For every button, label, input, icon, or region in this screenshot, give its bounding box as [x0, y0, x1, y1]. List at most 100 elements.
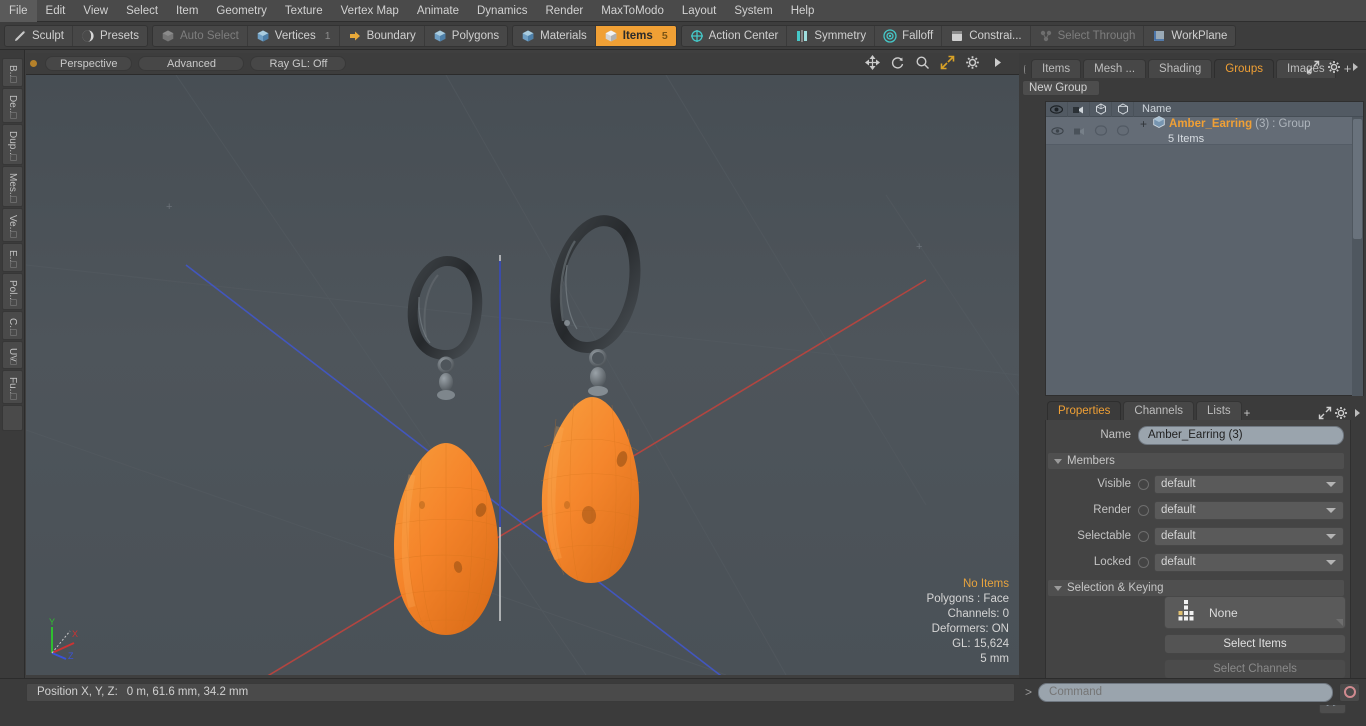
menu-item-select[interactable]: Select	[117, 0, 167, 22]
selection-set-button[interactable]: None	[1164, 596, 1346, 629]
symmetry-button[interactable]: Symmetry	[787, 25, 876, 46]
record-circle-icon	[1343, 686, 1356, 698]
item-list-scrollbar[interactable]	[1352, 117, 1363, 396]
rotate-icon[interactable]	[890, 55, 905, 70]
panel-menu-icon[interactable]	[1024, 65, 1026, 74]
move-icon[interactable]	[865, 55, 880, 70]
item-list-scroll-thumb[interactable]	[1353, 119, 1362, 239]
fit-icon[interactable]	[940, 55, 955, 70]
header-eye-icon[interactable]	[1046, 101, 1068, 117]
gear-icon[interactable]	[965, 55, 980, 70]
render-dropdown[interactable]: default	[1154, 500, 1344, 520]
menu-item-maxtomodo[interactable]: MaxToModo	[592, 0, 673, 22]
polygons-button[interactable]: Polygons	[425, 26, 507, 46]
viewport-selection-status: No Items	[962, 578, 1009, 590]
members-section-header[interactable]: Members	[1048, 453, 1344, 469]
menu-item-render[interactable]: Render	[536, 0, 592, 22]
zoom-icon[interactable]	[915, 55, 930, 70]
menu-item-layout[interactable]: Layout	[673, 0, 726, 22]
render-radio[interactable]	[1138, 504, 1149, 516]
locked-dropdown[interactable]: default	[1154, 552, 1344, 572]
menu-item-vertex-map[interactable]: Vertex Map	[332, 0, 408, 22]
select-items-button[interactable]: Select Items	[1164, 634, 1346, 654]
menu-item-edit[interactable]: Edit	[37, 0, 75, 22]
tab-mesh[interactable]: Mesh ...	[1083, 59, 1147, 78]
row-render-toggle[interactable]	[1068, 117, 1090, 145]
selection-keying-section-header[interactable]: Selection & Keying	[1048, 580, 1344, 596]
viewport-projection-selector[interactable]: Perspective	[45, 56, 133, 71]
sculpt-button[interactable]: Sculpt	[5, 25, 73, 46]
left-tab-uv[interactable]: UV	[2, 341, 23, 370]
header-cube-outline-icon[interactable]	[1090, 101, 1112, 117]
properties-gear-icon[interactable]	[1334, 406, 1348, 420]
panel-more-icon[interactable]	[1348, 60, 1362, 74]
row-expander[interactable]: +	[1138, 117, 1149, 131]
menu-item-geometry[interactable]: Geometry	[207, 0, 276, 22]
viewport-3d-canvas[interactable]: + + No Items Polygons : Face Channels: 0…	[26, 75, 1019, 675]
viewport-raygl-toggle[interactable]: Ray GL: Off	[250, 56, 347, 71]
materials-button[interactable]: Materials	[513, 25, 596, 46]
items-button[interactable]: Items 5	[595, 25, 676, 46]
vertices-button[interactable]: Vertices 1	[248, 25, 340, 46]
add-properties-tab-button[interactable]: +	[1244, 408, 1251, 420]
new-group-bar: New Group	[1022, 80, 1363, 98]
selectable-radio[interactable]	[1138, 530, 1149, 542]
left-tab-fusion[interactable]: Fu...	[2, 370, 23, 405]
constraint-button[interactable]: Constrai...	[942, 25, 1031, 46]
menu-item-file[interactable]: File	[0, 0, 37, 22]
header-render-camera-icon[interactable]	[1068, 101, 1090, 117]
viewport-menu-dot[interactable]	[30, 60, 37, 67]
selectable-label: Selectable	[1077, 530, 1131, 542]
header-cube-outline-2-icon[interactable]	[1112, 101, 1134, 117]
row-cube-toggle-2[interactable]	[1112, 117, 1134, 145]
viewport-shading-selector[interactable]: Advanced	[138, 56, 245, 71]
table-row[interactable]: + Amber_Earring (3) : Group 5 Items	[1046, 115, 1363, 145]
workplane-button[interactable]: WorkPlane	[1144, 26, 1235, 46]
action-center-button[interactable]: Action Center	[682, 25, 788, 46]
menu-item-system[interactable]: System	[725, 0, 781, 22]
menu-item-dynamics[interactable]: Dynamics	[468, 0, 536, 22]
play-icon[interactable]	[990, 55, 1005, 70]
left-tab-polygon[interactable]: Pol...	[2, 273, 23, 310]
left-tab-vertex[interactable]: Ve...	[2, 208, 23, 243]
tab-groups[interactable]: Groups	[1214, 59, 1274, 78]
left-tab-extra[interactable]	[2, 405, 23, 432]
locked-radio[interactable]	[1138, 556, 1149, 568]
presets-button[interactable]: Presets	[73, 26, 147, 46]
tab-lists[interactable]: Lists	[1196, 401, 1242, 420]
group-name-input[interactable]: Amber_Earring (3)	[1138, 425, 1344, 445]
properties-more-icon[interactable]	[1350, 406, 1364, 420]
selection-keying-label: Selection & Keying	[1067, 582, 1164, 594]
menu-item-item[interactable]: Item	[167, 0, 207, 22]
left-tab-duplicate[interactable]: Dup...	[2, 124, 23, 165]
tab-properties[interactable]: Properties	[1047, 401, 1122, 420]
left-tab-basic[interactable]: B...	[2, 58, 23, 88]
expand-panel-icon[interactable]	[1306, 60, 1320, 74]
menu-item-help[interactable]: Help	[782, 0, 824, 22]
select-through-button[interactable]: Select Through	[1031, 25, 1145, 46]
menu-item-view[interactable]: View	[74, 0, 117, 22]
left-tab-edge[interactable]: E...	[2, 243, 23, 273]
left-tab-mesh[interactable]: Mes...	[2, 165, 23, 208]
visible-radio[interactable]	[1138, 478, 1149, 490]
tab-channels[interactable]: Channels	[1123, 401, 1195, 420]
left-tab-curve[interactable]: C...	[2, 310, 23, 341]
selectable-dropdown[interactable]: default	[1154, 526, 1344, 546]
auto-select-button[interactable]: Auto Select	[153, 25, 248, 46]
menu-item-texture[interactable]: Texture	[276, 0, 332, 22]
panel-gear-icon[interactable]	[1327, 60, 1341, 74]
record-button[interactable]	[1339, 682, 1360, 702]
row-cube-toggle-1[interactable]	[1090, 117, 1112, 145]
properties-expand-icon[interactable]	[1318, 406, 1332, 420]
position-readout: Position X, Y, Z: 0 m, 61.6 mm, 34.2 mm	[26, 682, 1015, 702]
left-tab-deform[interactable]: De...	[2, 88, 23, 124]
boundary-button[interactable]: Boundary	[340, 25, 425, 46]
falloff-button[interactable]: Falloff	[875, 25, 943, 46]
tab-shading[interactable]: Shading	[1148, 59, 1213, 78]
command-input[interactable]	[1038, 682, 1333, 702]
new-group-button[interactable]: New Group	[1022, 80, 1101, 96]
menu-item-animate[interactable]: Animate	[408, 0, 468, 22]
visible-dropdown[interactable]: default	[1154, 474, 1344, 494]
row-visibility-toggle[interactable]	[1046, 117, 1068, 145]
tab-items[interactable]: Items	[1031, 59, 1082, 78]
